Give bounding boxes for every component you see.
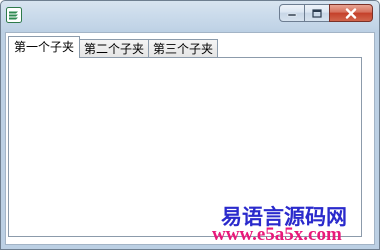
app-icon[interactable]	[6, 7, 22, 23]
tab-second[interactable]: 第二个子夹	[79, 39, 150, 58]
maximize-icon	[312, 8, 322, 18]
maximize-button[interactable]	[304, 4, 330, 22]
minimize-button[interactable]	[279, 4, 305, 22]
app-window: 第一个子夹 第二个子夹 第三个子夹 易语言源码网 www.e5a5x.com	[0, 0, 380, 250]
close-button[interactable]	[329, 4, 373, 22]
minimize-icon	[287, 13, 297, 17]
title-bar[interactable]	[1, 1, 379, 31]
tab-third[interactable]: 第三个子夹	[148, 39, 219, 58]
watermark-url: www.e5a5x.com	[212, 224, 342, 245]
tab-first[interactable]: 第一个子夹	[8, 36, 81, 58]
close-icon	[345, 7, 357, 19]
tab-strip: 第一个子夹 第二个子夹 第三个子夹	[8, 36, 219, 58]
caption-buttons	[279, 4, 373, 24]
